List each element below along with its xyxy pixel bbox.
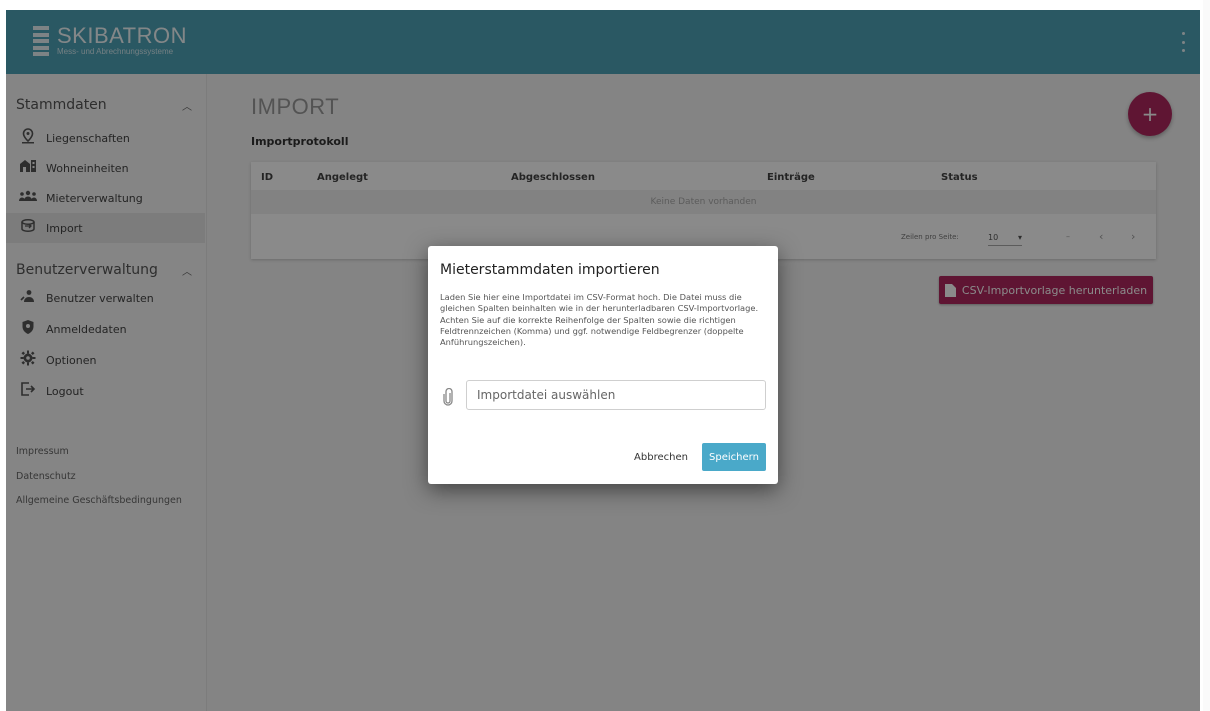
cancel-button[interactable]: Abbrechen (628, 444, 694, 470)
import-dialog: Mieterstammdaten importieren Laden Sie h… (428, 246, 778, 484)
window-scrollbar[interactable] (1203, 0, 1210, 711)
dialog-description: Laden Sie hier eine Importdatei im CSV-F… (440, 292, 759, 348)
dialog-title: Mieterstammdaten importieren (440, 262, 660, 278)
paperclip-icon[interactable] (442, 387, 454, 406)
file-input[interactable]: Importdatei auswählen (466, 380, 766, 410)
save-button[interactable]: Speichern (702, 443, 766, 471)
app-window: SKIBATRON Mess- und Abrechnungssysteme S… (6, 10, 1200, 711)
